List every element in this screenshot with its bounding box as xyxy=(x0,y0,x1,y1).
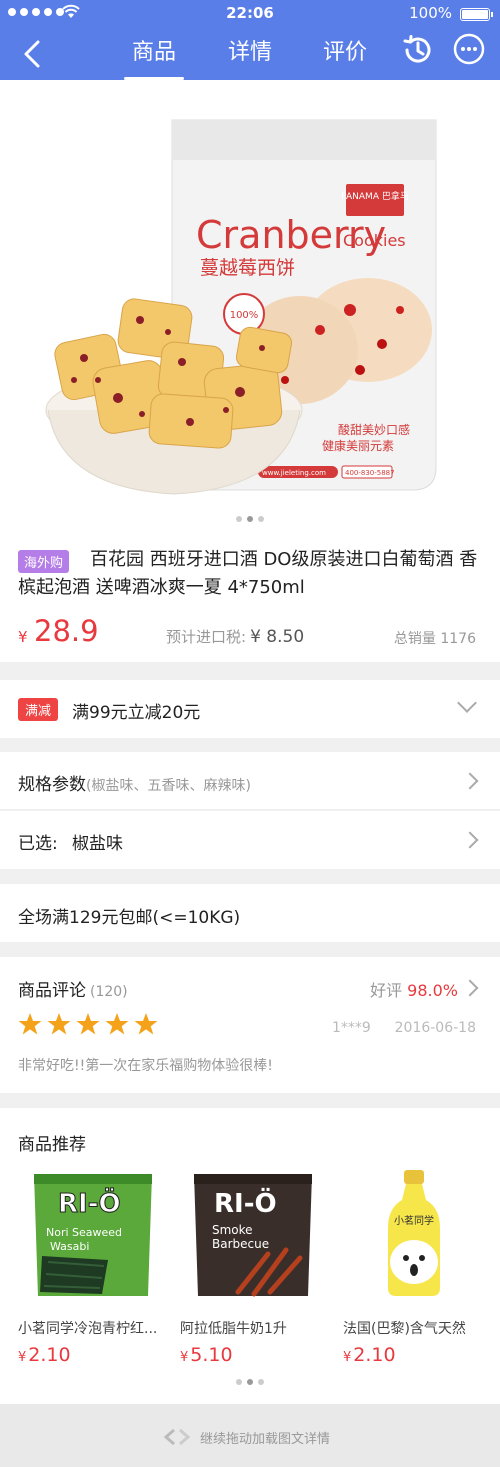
tab-details[interactable]: 详情 xyxy=(228,34,272,76)
product-info: 百花园 西班牙进口酒 DO级原装进口白葡萄酒 香槟起泡酒 送啤酒冰爽一夏 4*7… xyxy=(0,530,500,662)
selected-value: 椒盐味 xyxy=(72,834,123,854)
pack-line2: Wasabi xyxy=(50,1240,89,1253)
recommend-item-price: ¥5.10 xyxy=(180,1344,233,1366)
price-currency: ¥ xyxy=(18,628,28,646)
spec-row[interactable]: 规格参数(椒盐味、五香味、麻辣味) xyxy=(0,752,500,810)
tab-product[interactable]: 商品 xyxy=(123,34,185,80)
overseas-tag: 海外购 xyxy=(18,550,70,573)
recommend-item-name[interactable]: 法国(巴黎)含气天然 xyxy=(343,1318,493,1338)
spec-options: (椒盐味、五香味、麻辣味) xyxy=(86,778,251,794)
star-icon xyxy=(47,1013,71,1035)
recommend-price-currency: ¥ xyxy=(343,1350,352,1365)
total-sales: 总销量 1176 xyxy=(393,631,476,647)
recommend-pager-dots xyxy=(0,1379,500,1385)
recommend-item-name[interactable]: 小茗同学冷泡青柠红... xyxy=(18,1318,166,1338)
shipping-text: 全场满129元包邮(<=10KG) xyxy=(18,908,241,928)
pack-line1: Nori Seaweed xyxy=(46,1226,122,1239)
product-price: 28.9 xyxy=(34,614,99,648)
pack-brand: 小茗同学 xyxy=(394,1214,434,1227)
back-icon[interactable] xyxy=(16,34,52,74)
review-date: 2016-06-18 xyxy=(394,1020,476,1036)
recommend-item[interactable]: RI-Ö Smoke Barbecue xyxy=(178,1170,328,1370)
recommend-item-price: ¥2.10 xyxy=(343,1344,396,1366)
tax-label: 预计进口税: xyxy=(166,628,247,646)
recommend-price-currency: ¥ xyxy=(18,1350,27,1365)
bag-title-en2: Cookies xyxy=(343,231,406,250)
load-more-footer[interactable]: 继续拖动加载图文详情 xyxy=(0,1404,500,1467)
good-rate-value: 98.0% xyxy=(407,981,458,1000)
pack-brand: RI-Ö xyxy=(58,1186,121,1219)
recommend-item-name[interactable]: 阿拉低脂牛奶1升 xyxy=(180,1318,328,1338)
star-icon xyxy=(76,1013,100,1035)
recommend-price-value: 2.10 xyxy=(353,1344,396,1366)
chevron-down-icon xyxy=(457,693,477,713)
spec-label: 规格参数(椒盐味、五香味、麻辣味) xyxy=(18,770,251,795)
review-content: 非常好吃!!第一次在家乐福购物体验很棒! xyxy=(18,1058,273,1074)
product-thumbnail: RI-Ö Smoke Barbecue xyxy=(194,1174,312,1297)
pack-brand: RI-Ö xyxy=(214,1186,277,1219)
selected-label: 已选: xyxy=(18,834,58,854)
import-tax: 预计进口税: ¥ 8.50 xyxy=(166,626,304,647)
recommend-price-currency: ¥ xyxy=(180,1350,189,1365)
bag-badge: 100% xyxy=(230,310,259,321)
bag-tagline1: 酸甜美妙口感 xyxy=(338,422,410,437)
recommend-price-value: 2.10 xyxy=(28,1344,71,1366)
chevron-right-icon xyxy=(461,831,479,849)
bag-title-cn: 蔓越莓西饼 xyxy=(200,257,295,279)
star-icon xyxy=(18,1013,42,1035)
recommend-item[interactable]: RI-Ö Nori Seaweed Wasabi xyxy=(18,1170,168,1370)
promo-text: 满99元立减20元 xyxy=(72,703,201,723)
reviews-title: 商品评论 (120) xyxy=(18,976,128,1001)
recommend-price-value: 5.10 xyxy=(190,1344,233,1366)
recommend-item-price: ¥2.10 xyxy=(18,1344,71,1366)
star-icon xyxy=(134,1013,158,1035)
bag-site: www.jieleting.com xyxy=(262,469,326,477)
bag-brand: PANAMA 巴拿马 xyxy=(341,190,409,202)
spec-label-text: 规格参数 xyxy=(18,775,86,795)
bag-tagline2: 健康美丽元素 xyxy=(322,438,394,453)
reviewer-name: 1***9 xyxy=(332,1020,371,1036)
reviews-count: (120) xyxy=(90,984,128,1000)
good-rate: 好评 98.0% xyxy=(370,977,458,1001)
battery-icon xyxy=(460,8,493,21)
history-icon[interactable] xyxy=(400,32,436,68)
pack-line1: Smoke xyxy=(212,1223,253,1237)
image-pager-dots xyxy=(0,516,500,522)
product-title: 百花园 西班牙进口酒 DO级原装进口白葡萄酒 香槟起泡酒 送啤酒冰爽一夏 4*7… xyxy=(18,549,478,598)
pack-line2: Barbecue xyxy=(212,1237,269,1251)
chevron-right-icon xyxy=(461,772,479,790)
product-image: PANAMA 巴拿马 Cranberry Cookies 蔓越莓西饼 100% … xyxy=(45,119,437,495)
product-thumbnail: RI-Ö Nori Seaweed Wasabi xyxy=(34,1174,152,1296)
battery-percent: 100% xyxy=(409,4,452,22)
product-image-carousel[interactable]: PANAMA 巴拿马 Cranberry Cookies 蔓越莓西饼 100% … xyxy=(0,80,500,530)
star-icon xyxy=(105,1013,129,1035)
recommend-title: 商品推荐 xyxy=(18,1135,86,1155)
chevron-right-icon xyxy=(461,979,479,997)
top-bar: 22:06 100% 商品 详情 评价 xyxy=(0,0,500,80)
tax-value: ¥ 8.50 xyxy=(250,627,305,647)
reviews-title-text: 商品评论 xyxy=(18,981,86,1001)
tab-reviews[interactable]: 评价 xyxy=(323,34,367,76)
status-bar: 22:06 100% xyxy=(0,0,500,28)
recommend-item[interactable]: 小茗同学 xyxy=(340,1170,490,1370)
rating-stars xyxy=(18,1012,158,1036)
good-rate-label: 好评 xyxy=(370,981,403,1000)
promo-row[interactable]: 满减 满99元立减20元 xyxy=(0,680,500,738)
load-more-text: 继续拖动加载图文详情 xyxy=(199,1432,330,1447)
nav-bar: 商品 详情 评价 xyxy=(0,28,500,80)
product-thumbnail: 小茗同学 xyxy=(388,1170,440,1296)
promo-tag: 满减 xyxy=(18,698,59,721)
bag-phone: 400-830-5887 xyxy=(345,469,395,477)
shipping-row: 全场满129元包邮(<=10KG) xyxy=(0,884,500,942)
selected-row[interactable]: 已选: 椒盐味 xyxy=(0,811,500,869)
more-icon[interactable] xyxy=(452,32,486,66)
